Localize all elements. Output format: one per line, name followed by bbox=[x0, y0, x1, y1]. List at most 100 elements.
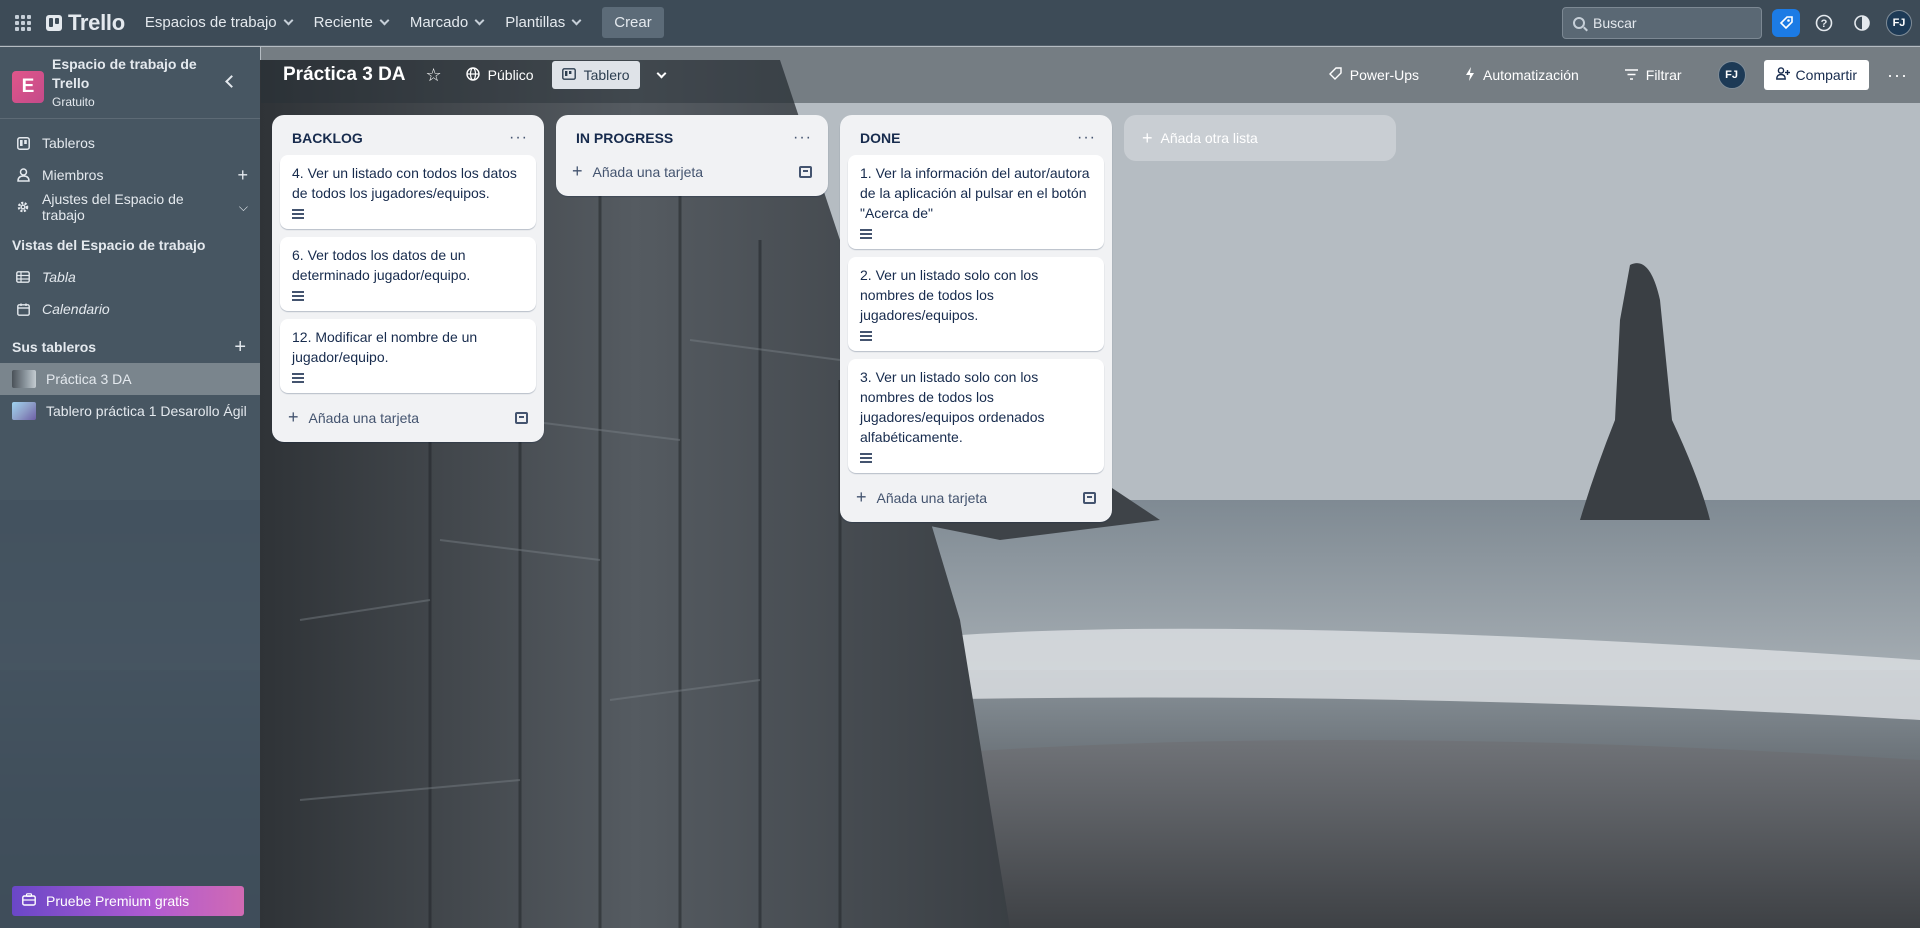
add-list-button[interactable]: + Añada otra lista bbox=[1124, 115, 1396, 161]
add-list-label: Añada otra lista bbox=[1160, 130, 1258, 146]
card[interactable]: 3. Ver un listado solo con los nombres d… bbox=[848, 359, 1104, 473]
premium-label: Pruebe Premium gratis bbox=[46, 893, 190, 909]
board-member-avatar[interactable]: FJ bbox=[1717, 61, 1746, 89]
sidebar-view-calendar[interactable]: Calendario bbox=[0, 293, 260, 325]
card-template-icon[interactable] bbox=[799, 165, 812, 178]
share-label: Compartir bbox=[1795, 67, 1858, 83]
sidebar-item-boards[interactable]: Tableros bbox=[0, 127, 260, 159]
automation-button[interactable]: Automatización bbox=[1455, 61, 1589, 90]
user-avatar[interactable]: FJ bbox=[1886, 9, 1912, 36]
add-member-icon[interactable]: + bbox=[237, 165, 248, 186]
powerups-button[interactable]: Power-Ups bbox=[1318, 61, 1429, 90]
view-switcher-board[interactable]: Tablero bbox=[551, 61, 640, 89]
sidebar-view-table[interactable]: Tabla bbox=[0, 261, 260, 293]
card[interactable]: 6. Ver todos los datos de un determinado… bbox=[280, 237, 536, 311]
nav-workspaces[interactable]: Espacios de trabajo bbox=[144, 14, 294, 31]
chevron-down-icon bbox=[379, 15, 390, 26]
description-icon bbox=[292, 291, 304, 301]
star-icon[interactable]: ☆ bbox=[426, 65, 442, 86]
description-icon bbox=[860, 331, 872, 341]
card-title: 3. Ver un listado solo con los nombres d… bbox=[860, 369, 1045, 445]
nav-label: Marcado bbox=[409, 14, 469, 31]
workspace-views-heading: Vistas del Espacio de trabajo bbox=[0, 229, 260, 261]
workspace-plan: Gratuito bbox=[52, 95, 95, 109]
board-thumbnail bbox=[12, 370, 36, 388]
card[interactable]: 2. Ver un listado solo con los nombres d… bbox=[848, 257, 1104, 351]
filter-label: Filtrar bbox=[1645, 67, 1682, 83]
board-title[interactable]: Práctica 3 DA bbox=[283, 64, 406, 86]
sidebar-item-label: Ajustes del Espacio de trabajo bbox=[42, 191, 184, 223]
top-navigation-bar: Trello Espacios de trabajo Reciente Marc… bbox=[0, 0, 1920, 46]
board-label: Práctica 3 DA bbox=[46, 371, 132, 387]
chevron-down-icon bbox=[474, 15, 485, 26]
chevron-down-icon bbox=[283, 15, 294, 26]
nav-templates[interactable]: Plantillas bbox=[505, 14, 582, 31]
card[interactable]: 1. Ver la información del autor/autora d… bbox=[848, 155, 1104, 249]
filter-button[interactable]: Filtrar bbox=[1615, 61, 1692, 89]
add-card-button[interactable]: + Añada una tarjeta bbox=[564, 155, 820, 188]
add-board-icon[interactable]: + bbox=[234, 336, 246, 359]
list-title[interactable]: IN PROGRESS bbox=[576, 130, 673, 146]
card[interactable]: 4. Ver un listado con todos los datos de… bbox=[280, 155, 536, 229]
app-switcher-icon[interactable] bbox=[12, 12, 34, 34]
sidebar-item-settings[interactable]: Ajustes del Espacio de trabajo ⌵ bbox=[0, 191, 260, 223]
search-placeholder: Buscar bbox=[1593, 14, 1637, 31]
chevron-down-icon bbox=[656, 68, 666, 78]
list-in-progress: IN PROGRESS ··· + Añada una tarjeta bbox=[556, 115, 828, 196]
section-title: Sus tableros bbox=[12, 339, 97, 355]
list-menu-icon[interactable]: ··· bbox=[1077, 129, 1096, 147]
trello-logo[interactable]: Trello bbox=[46, 10, 125, 36]
description-icon bbox=[860, 229, 872, 239]
sidebar-item-label: Tableros bbox=[42, 135, 95, 151]
workspace-name[interactable]: Espacio de trabajo de Trello bbox=[52, 55, 202, 93]
theme-toggle-icon[interactable] bbox=[1848, 9, 1876, 37]
list-done: DONE ··· 1. Ver la información del autor… bbox=[840, 115, 1112, 522]
list-menu-icon[interactable]: ··· bbox=[509, 129, 528, 147]
sidebar-item-members[interactable]: Miembros + bbox=[0, 159, 260, 191]
list-backlog: BACKLOG ··· 4. Ver un listado con todos … bbox=[272, 115, 544, 442]
view-switcher-menu[interactable] bbox=[648, 68, 675, 83]
premium-trial-button[interactable]: Pruebe Premium gratis bbox=[12, 886, 244, 916]
visibility-label: Público bbox=[487, 67, 534, 83]
powerups-label: Power-Ups bbox=[1349, 67, 1420, 83]
board-thumbnail bbox=[12, 402, 36, 420]
card-template-icon[interactable] bbox=[1083, 491, 1096, 504]
board-view-icon bbox=[561, 67, 576, 83]
create-button[interactable]: Crear bbox=[602, 7, 664, 38]
rocket-icon[interactable] bbox=[1772, 8, 1800, 37]
collapse-sidebar-icon[interactable] bbox=[225, 75, 238, 88]
section-title: Vistas del Espacio de trabajo bbox=[12, 237, 206, 253]
workspace-logo[interactable]: E bbox=[12, 71, 44, 103]
view-label: Tablero bbox=[583, 67, 630, 83]
add-card-button[interactable]: + Añada una tarjeta bbox=[280, 401, 536, 434]
search-icon bbox=[1573, 16, 1585, 29]
chevron-down-icon bbox=[571, 15, 582, 26]
nav-recent[interactable]: Reciente bbox=[314, 14, 390, 31]
help-icon[interactable]: ? bbox=[1810, 9, 1838, 37]
person-icon bbox=[16, 168, 30, 182]
search-input[interactable]: Buscar bbox=[1562, 6, 1762, 39]
board-menu-icon[interactable]: ··· bbox=[1887, 65, 1908, 86]
list-title[interactable]: BACKLOG bbox=[292, 130, 363, 146]
workspace-sidebar: E Espacio de trabajo de Trello Gratuito … bbox=[0, 47, 260, 928]
add-card-button[interactable]: + Añada una tarjeta bbox=[848, 481, 1104, 514]
share-button[interactable]: Compartir bbox=[1763, 60, 1870, 90]
add-card-label: Añada una tarjeta bbox=[308, 409, 420, 426]
filter-icon bbox=[1624, 67, 1638, 83]
card-template-icon[interactable] bbox=[515, 411, 528, 424]
list-title[interactable]: DONE bbox=[860, 130, 900, 146]
sidebar-board-practica-1[interactable]: Tablero práctica 1 Desarollo Ágil bbox=[0, 395, 260, 427]
nav-starred[interactable]: Marcado bbox=[409, 14, 485, 31]
plus-icon: + bbox=[856, 487, 867, 507]
your-boards-heading: Sus tableros + bbox=[0, 331, 260, 363]
sidebar-board-practica-3[interactable]: Práctica 3 DA bbox=[0, 363, 260, 395]
app-name: Trello bbox=[68, 9, 125, 35]
nav-label: Espacios de trabajo bbox=[144, 14, 277, 31]
nav-label: Plantillas bbox=[505, 14, 566, 31]
list-menu-icon[interactable]: ··· bbox=[793, 129, 812, 147]
card[interactable]: 12. Modificar el nombre de un jugador/eq… bbox=[280, 319, 536, 393]
rocket-icon bbox=[1328, 66, 1342, 84]
card-title: 12. Modificar el nombre de un jugador/eq… bbox=[292, 329, 478, 365]
table-icon bbox=[16, 270, 30, 284]
visibility-button[interactable]: Público bbox=[456, 61, 544, 90]
